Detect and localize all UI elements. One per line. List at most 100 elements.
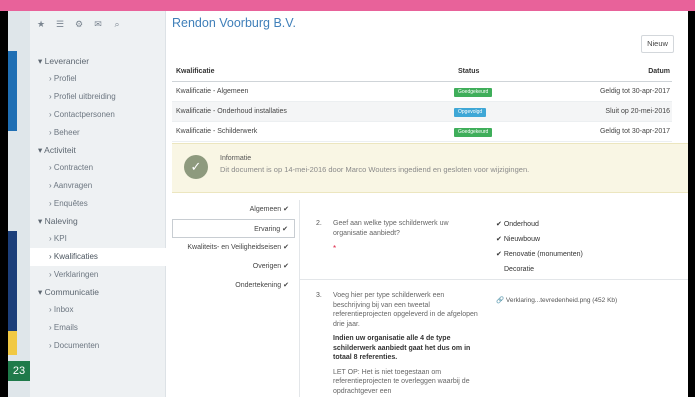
main-content: Rendon Voorburg B.V. Nieuw Kwalificatie … bbox=[166, 11, 688, 397]
rail-strip bbox=[8, 231, 17, 331]
nav-item-aanvragen[interactable]: › Aanvragen bbox=[30, 177, 166, 195]
new-button[interactable]: Nieuw bbox=[641, 35, 674, 53]
check-icon: ✔ bbox=[283, 206, 289, 213]
nav-item-label: Emails bbox=[53, 323, 78, 332]
question-paragraph: Voeg hier per type schilderwerk een besc… bbox=[333, 292, 478, 328]
step-label: Overigen bbox=[252, 263, 282, 270]
attachment-link[interactable]: 🔗 Verklaring...tevredenheid.png (452 Kb) bbox=[496, 296, 617, 304]
qualification-name[interactable]: Kwalificatie - Onderhoud installaties bbox=[176, 108, 287, 115]
qualification-name[interactable]: Kwalificatie - Schilderwerk bbox=[176, 128, 257, 135]
answer-list: ✔ Onderhoud ✔ Nieuwbouw ✔ Renovatie (mon… bbox=[496, 217, 583, 277]
nav-item-enquetes[interactable]: › Enquêtes bbox=[30, 195, 166, 213]
step-label: Algemeen bbox=[249, 206, 282, 213]
nav-section-communicatie[interactable]: ▾ Communicatie bbox=[30, 284, 166, 301]
step-ervaring[interactable]: Ervaring ✔ bbox=[172, 219, 295, 238]
nav-item-kpi[interactable]: › KPI bbox=[30, 230, 166, 248]
step-kwaliteit-veiligheid[interactable]: Kwaliteits- en Veiligheidseisen ✔ bbox=[172, 238, 295, 257]
nav-section-naleving[interactable]: ▾ Naleving bbox=[30, 213, 166, 230]
status-cell: Goedgekeurd bbox=[454, 88, 493, 97]
nav-section-label: Communicatie bbox=[44, 287, 99, 297]
nav-section-label: Activiteit bbox=[44, 145, 76, 155]
column-header-kwalificatie[interactable]: Kwalificatie bbox=[176, 68, 215, 75]
rail-badge[interactable]: 23 bbox=[8, 361, 30, 381]
step-label: Ondertekening bbox=[235, 282, 282, 289]
list-icon[interactable]: ☰ bbox=[55, 19, 65, 30]
table-row[interactable]: Kwalificatie - Algemeen Goedgekeurd Geld… bbox=[172, 82, 672, 102]
nav-item-label: Documenten bbox=[53, 341, 100, 350]
step-overigen[interactable]: Overigen ✔ bbox=[172, 257, 295, 276]
rail-strip bbox=[8, 51, 17, 131]
info-text: Dit document is op 14-mei-2016 door Marc… bbox=[220, 165, 530, 174]
qualification-table: Kwalificatie Status Datum Kwalificatie -… bbox=[172, 62, 672, 142]
app-window: 23 ★ ☰ ⚙ ✉ ⌕ ▾ Leverancier › Profiel › P… bbox=[8, 11, 688, 397]
nav-item-contactpersonen[interactable]: › Contactpersonen bbox=[30, 106, 166, 124]
status-cell: Goedgekeurd bbox=[454, 128, 493, 137]
check-icon: ✔ bbox=[496, 221, 502, 228]
search-icon[interactable]: ⌕ bbox=[112, 19, 122, 30]
date-cell: Geldig tot 30-apr-2017 bbox=[599, 128, 670, 135]
status-badge: Goedgekeurd bbox=[454, 128, 493, 137]
form-steps: Algemeen ✔ Ervaring ✔ Kwaliteits- en Vei… bbox=[172, 200, 295, 295]
column-header-datum[interactable]: Datum bbox=[648, 68, 670, 75]
check-icon: ✔ bbox=[283, 244, 289, 251]
nav-item-beheer[interactable]: › Beheer bbox=[30, 124, 166, 142]
check-circle-icon: ✓ bbox=[184, 155, 208, 179]
mail-icon[interactable]: ✉ bbox=[93, 19, 103, 30]
nav-item-inbox[interactable]: › Inbox bbox=[30, 301, 166, 319]
paperclip-icon: 🔗 bbox=[496, 297, 505, 304]
divider bbox=[300, 279, 688, 280]
gear-icon[interactable]: ⚙ bbox=[74, 19, 84, 30]
nav-item-emails[interactable]: › Emails bbox=[30, 319, 166, 337]
question-panel: 2. Geef aan welke type schilderwerk uw o… bbox=[299, 200, 688, 397]
answer-option: ✔ Onderhoud bbox=[496, 217, 583, 232]
step-label: Ervaring bbox=[254, 226, 281, 233]
step-ondertekening[interactable]: Ondertekening ✔ bbox=[172, 276, 295, 295]
app-rail: 23 bbox=[8, 11, 30, 397]
nav-item-label: Aanvragen bbox=[53, 181, 93, 190]
nav-item-kwalificaties[interactable]: › Kwalificaties bbox=[30, 248, 166, 266]
table-header: Kwalificatie Status Datum bbox=[172, 62, 672, 82]
sidebar-icon-row: ★ ☰ ⚙ ✉ ⌕ bbox=[36, 19, 122, 30]
date-cell: Sluit op 20-mei-2016 bbox=[605, 108, 670, 115]
answer-option: Decoratie bbox=[496, 262, 583, 277]
status-cell: Opgevolgd bbox=[454, 108, 487, 117]
question-number: 3. bbox=[316, 292, 322, 299]
column-header-status[interactable]: Status bbox=[458, 68, 479, 75]
qualification-name[interactable]: Kwalificatie - Algemeen bbox=[176, 88, 248, 95]
nav-section-leverancier[interactable]: ▾ Leverancier bbox=[30, 53, 166, 70]
nav-item-label: Inbox bbox=[53, 305, 74, 314]
answer-label: Renovatie (monumenten) bbox=[503, 251, 583, 258]
sidebar-nav: ▾ Leverancier › Profiel › Profiel uitbre… bbox=[30, 53, 166, 355]
nav-item-label: Verklaringen bbox=[53, 270, 99, 279]
info-banner: ✓ Informatie Dit document is op 14-mei-2… bbox=[172, 143, 688, 193]
step-algemeen[interactable]: Algemeen ✔ bbox=[172, 200, 295, 219]
status-badge: Opgevolgd bbox=[454, 108, 487, 117]
check-icon: ✔ bbox=[283, 263, 289, 270]
nav-section-activiteit[interactable]: ▾ Activiteit bbox=[30, 142, 166, 159]
nav-item-verklaringen[interactable]: › Verklaringen bbox=[30, 266, 166, 284]
step-label: Kwaliteits- en Veiligheidseisen bbox=[187, 244, 282, 251]
question-text: Voeg hier per type schilderwerk een besc… bbox=[333, 291, 483, 397]
required-marker: * bbox=[333, 244, 337, 253]
info-title: Informatie bbox=[220, 155, 252, 162]
top-accent-bar bbox=[0, 0, 695, 11]
nav-item-label: Kwalificaties bbox=[53, 252, 98, 261]
check-icon: ✔ bbox=[283, 282, 289, 289]
star-icon[interactable]: ★ bbox=[36, 19, 46, 30]
table-row[interactable]: Kwalificatie - Schilderwerk Goedgekeurd … bbox=[172, 122, 672, 142]
nav-item-documenten[interactable]: › Documenten bbox=[30, 337, 166, 355]
question-number: 2. bbox=[316, 220, 322, 227]
nav-item-label: Profiel uitbreiding bbox=[53, 92, 116, 101]
nav-section-label: Naleving bbox=[44, 216, 78, 226]
check-icon: ✔ bbox=[282, 226, 288, 233]
nav-item-profiel-uitbreiding[interactable]: › Profiel uitbreiding bbox=[30, 88, 166, 106]
date-cell: Geldig tot 30-apr-2017 bbox=[599, 88, 670, 95]
nav-item-contracten[interactable]: › Contracten bbox=[30, 159, 166, 177]
nav-item-label: KPI bbox=[53, 234, 67, 243]
nav-item-label: Contracten bbox=[53, 163, 94, 172]
attachment-label: Verklaring...tevredenheid.png (452 Kb) bbox=[505, 297, 618, 304]
question-paragraph: Indien uw organisatie alle 4 de type sch… bbox=[333, 335, 471, 361]
nav-item-label: Enquêtes bbox=[53, 199, 88, 208]
table-row[interactable]: Kwalificatie - Onderhoud installaties Op… bbox=[172, 102, 672, 122]
nav-item-profiel[interactable]: › Profiel bbox=[30, 70, 166, 88]
